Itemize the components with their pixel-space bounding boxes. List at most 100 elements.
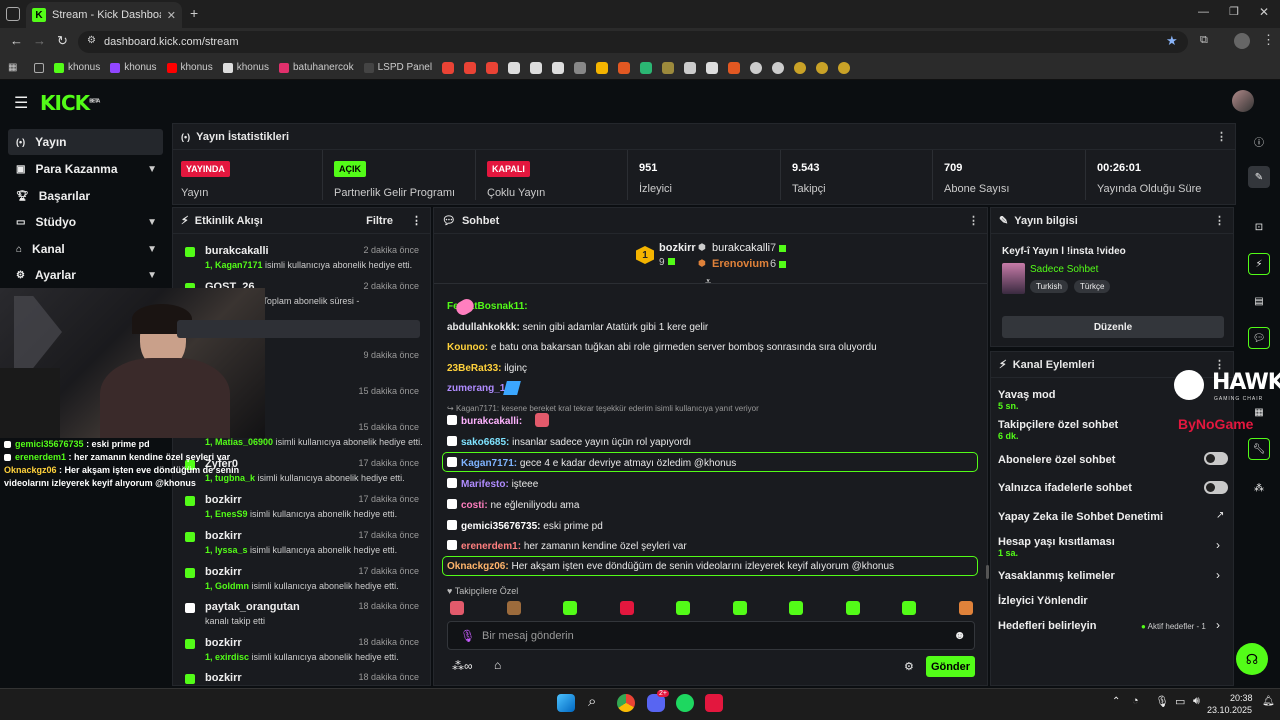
chat-username[interactable]: 23BeRat33: (447, 363, 501, 374)
user-avatar[interactable] (1232, 90, 1254, 112)
extensions-icon[interactable]: ⁂∞ (452, 659, 473, 673)
gmail-icon-2[interactable] (464, 61, 477, 74)
bookmark-icon-5[interactable] (596, 61, 609, 74)
tray-chevron-icon[interactable]: ⌃ (1112, 696, 1120, 707)
profile-avatar[interactable] (1234, 33, 1250, 49)
sidebar-item-para-kazanma[interactable]: ▣ Para Kazanma ▼ (8, 156, 163, 182)
kebab-menu-icon[interactable]: ⋮ (968, 214, 979, 227)
bookmark-icon-3[interactable] (552, 61, 565, 74)
activity-user[interactable]: bozkirr (205, 566, 242, 578)
chat-username[interactable]: costi: (461, 500, 488, 511)
activity-user[interactable]: burakcakalli (205, 245, 269, 257)
bookmark-khonus-youtube[interactable]: khonus (166, 62, 213, 73)
chat-input[interactable]: 🎙︎ Bir mesaj gönderin ☻ (447, 621, 975, 650)
ai-moderation-label[interactable]: Yapay Zeka ile Sohbet Denetimi (998, 511, 1163, 523)
windows-start-icon[interactable] (557, 694, 575, 712)
new-tab-icon[interactable]: + (190, 5, 198, 21)
activity-user[interactable]: bozkirr (205, 494, 242, 506)
banned-words-label[interactable]: Yasaklanmış kelimeler (998, 570, 1115, 582)
tab-menu-icon[interactable] (6, 7, 20, 21)
chat-settings-icon[interactable]: ⚙ (904, 660, 914, 673)
bookmark-icon-9[interactable] (684, 61, 697, 74)
tag-chip[interactable]: Turkish (1030, 280, 1068, 293)
extensions-icon[interactable]: ⧉ (1200, 34, 1208, 47)
restore-icon[interactable]: ❐ (1229, 5, 1239, 18)
chat-username[interactable]: Oknackgz06: (447, 561, 509, 572)
wrench-icon[interactable]: 🔧︎ (1248, 438, 1270, 460)
forward-icon[interactable]: → (33, 33, 46, 48)
apps-grid-icon[interactable]: ▦ (8, 62, 17, 73)
browser-menu-icon[interactable]: ⋮ (1262, 32, 1275, 48)
slow-mode-label[interactable]: Yavaş mod (998, 389, 1055, 401)
hamburger-menu-icon[interactable]: ☰ (14, 93, 28, 113)
send-button[interactable]: Gönder (926, 656, 975, 677)
gifter-name[interactable]: Erenovium (712, 258, 769, 270)
bookmark-icon-6[interactable] (618, 61, 631, 74)
chat-username[interactable]: Kagan7171: (461, 458, 517, 469)
external-link-icon[interactable]: ↗ (1216, 510, 1224, 521)
emote-button[interactable] (732, 601, 747, 615)
chrome-icon[interactable] (617, 694, 635, 712)
notes-icon[interactable]: ▤ (1248, 290, 1270, 312)
chat-username[interactable]: erenerdem1: (461, 541, 521, 552)
emote-button[interactable] (506, 601, 521, 615)
microphone-tray-icon[interactable]: 🎙︎ (1155, 695, 1169, 708)
clock-date[interactable]: 23.10.2025 (1206, 705, 1252, 715)
spotify-icon[interactable] (676, 694, 694, 712)
chat-username[interactable]: Marifesto: (461, 479, 509, 490)
sidebar-item-yayin[interactable]: (•) Yayın (8, 129, 163, 155)
kebab-menu-icon[interactable]: ⋮ (411, 214, 422, 227)
store-icon[interactable]: ⌂ (494, 658, 501, 672)
tag-chip[interactable]: Türkçe (1074, 280, 1111, 293)
chevron-right-icon[interactable]: › (1216, 538, 1220, 552)
url-input[interactable]: ⚙ dashboard.kick.com/stream (78, 31, 1188, 53)
calendar-icon[interactable]: ▦ (1248, 401, 1270, 423)
subscribers-chat-toggle[interactable] (1204, 452, 1228, 465)
sidebar-item-kanal[interactable]: ⌂ Kanal ▼ (8, 236, 163, 262)
sidebar-item-basarilar[interactable]: 🏆︎ Başarılar (8, 183, 163, 209)
emote-button[interactable] (789, 601, 803, 615)
screen-capture-icon[interactable]: ⊡ (1248, 216, 1270, 238)
filter-button[interactable]: Filtre (366, 215, 393, 227)
emote-button[interactable] (563, 601, 577, 615)
bookmark-icon-1[interactable] (508, 61, 521, 74)
chat-icon[interactable]: 💬︎ (1248, 327, 1270, 349)
activity-user[interactable]: bozkirr (205, 530, 242, 542)
category-link[interactable]: Sadece Sohbet (1030, 264, 1098, 275)
bookmark-icon-7[interactable] (640, 61, 653, 74)
minimize-icon[interactable]: — (1198, 6, 1209, 18)
support-headset-icon[interactable]: ☊ (1236, 643, 1268, 675)
gmail-icon[interactable] (442, 61, 455, 74)
emote-button[interactable] (676, 601, 690, 615)
bookmark-star-icon[interactable]: ★ (1166, 33, 1178, 49)
notifications-icon[interactable]: 🔔︎ (1262, 696, 1275, 707)
back-icon[interactable]: ← (10, 33, 23, 48)
bookmark-khonus-x[interactable]: khonus (222, 62, 269, 73)
bookmark-icon-15[interactable] (816, 61, 829, 74)
kick-logo[interactable]: KICKBETA (40, 91, 100, 115)
bookmark-folder-icon[interactable] (34, 62, 44, 73)
sidebar-item-ayarlar[interactable]: ⚙ Ayarlar ▼ (8, 262, 163, 288)
chat-username[interactable]: gemici35676735: (461, 521, 541, 532)
bookmark-instagram[interactable]: batuhanercok (279, 62, 354, 73)
network-icon[interactable]: ▭ (1175, 695, 1185, 708)
activity-user[interactable]: bozkirr (205, 637, 242, 649)
bookmark-icon-13[interactable] (772, 61, 785, 74)
age-restriction-label[interactable]: Hesap yaşı kısıtlaması (998, 536, 1115, 548)
tray-app-icon[interactable]: ◔ (1132, 695, 1139, 707)
bolt-icon[interactable]: ⚡︎ (1248, 253, 1270, 275)
volume-icon[interactable]: 🔊︎ (1193, 695, 1200, 708)
close-window-icon[interactable]: ✕ (1259, 5, 1269, 19)
emote-button[interactable] (619, 601, 634, 615)
gmail-icon-3[interactable] (486, 61, 499, 74)
kebab-menu-icon[interactable]: ⋮ (1214, 214, 1225, 227)
emote-button[interactable] (450, 601, 464, 615)
bookmark-khonus-kick[interactable]: khonus (54, 62, 100, 73)
emote-button[interactable] (958, 601, 973, 615)
info-icon[interactable]: ⓘ (1248, 130, 1270, 152)
bookmark-khonus-twitch[interactable]: khonus (110, 62, 157, 73)
chevron-right-icon[interactable]: › (1216, 568, 1220, 582)
viewer-redirect-label[interactable]: İzleyici Yönlendir (998, 595, 1088, 607)
close-tab-icon[interactable]: ✕ (167, 9, 176, 22)
reload-icon[interactable]: ↻ (57, 33, 68, 49)
